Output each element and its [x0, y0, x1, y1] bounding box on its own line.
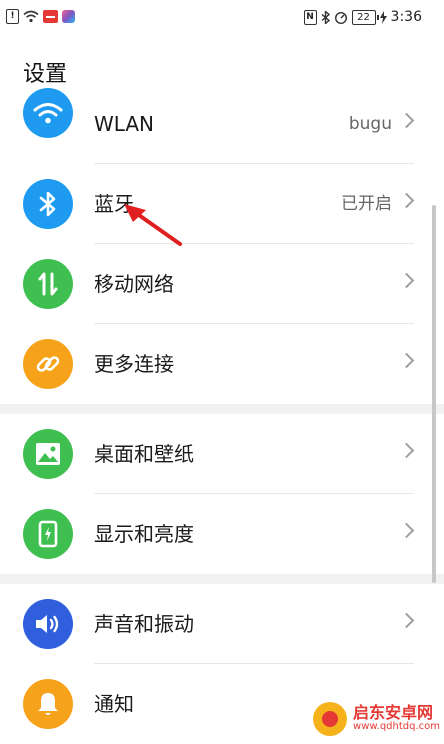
settings-item-label: 通知 [94, 692, 134, 716]
watermark-text: 启东安卓网 www.qdhtdq.com [353, 705, 440, 732]
status-left: ! [6, 9, 75, 24]
wifi-status-icon [23, 10, 39, 23]
watermark: 启东安卓网 www.qdhtdq.com [313, 702, 440, 736]
chevron-right-icon [398, 272, 415, 289]
bluetooth-status-icon [321, 10, 330, 24]
watermark-logo-icon [313, 702, 348, 736]
wallpaper-icon [23, 429, 73, 479]
sound-icon [23, 599, 73, 649]
annotation-arrow-icon [124, 204, 182, 246]
app-notification-icon [43, 10, 58, 23]
settings-item-value: bugu [348, 114, 392, 134]
settings-item-label: 更多连接 [94, 352, 174, 376]
settings-item-mobile-network[interactable]: 移动网络 [0, 244, 444, 324]
settings-item-label: 桌面和壁纸 [94, 442, 194, 466]
app-badge-icon [62, 10, 75, 23]
chevron-right-icon [398, 112, 415, 129]
nfc-icon: N [303, 9, 317, 25]
watermark-name: 启东安卓网 [353, 703, 434, 723]
charging-icon [379, 10, 387, 24]
settings-item-bluetooth[interactable]: 蓝牙 已开启 [0, 164, 444, 244]
settings-item-display[interactable]: 显示和亮度 [0, 494, 444, 574]
section-gap [0, 574, 444, 584]
clock: 3:36 [390, 9, 422, 25]
settings-item-label: 移动网络 [94, 272, 174, 296]
settings-item-label: 声音和振动 [94, 612, 194, 636]
chevron-right-icon [398, 352, 415, 369]
watermark-url: www.qdhtdq.com [353, 721, 440, 733]
chevron-right-icon [398, 442, 415, 459]
speed-icon [334, 11, 347, 24]
chevron-right-icon [398, 522, 415, 539]
settings-item-label: WLAN [94, 112, 155, 136]
battery-indicator: 22 [351, 9, 379, 25]
chevron-right-icon [398, 192, 415, 209]
settings-item-more-connections[interactable]: 更多连接 [0, 324, 444, 404]
status-right: N 22 3:36 [303, 9, 422, 25]
scrollbar[interactable] [432, 205, 436, 583]
settings-list: WLAN bugu 蓝牙 已开启 移动网络 更多连接 桌面和壁纸 显示和亮度 声… [0, 84, 444, 744]
display-icon [23, 509, 73, 559]
alert-icon: ! [6, 9, 19, 24]
settings-item-value: 已开启 [341, 194, 392, 214]
status-bar: ! N 22 3:36 [0, 0, 444, 34]
notification-icon [23, 679, 73, 729]
settings-item-label: 显示和亮度 [94, 522, 194, 546]
link-icon [23, 339, 73, 389]
section-gap [0, 404, 444, 414]
wifi-icon [23, 88, 73, 138]
settings-item-wallpaper[interactable]: 桌面和壁纸 [0, 414, 444, 494]
mobile-data-icon [23, 259, 73, 309]
chevron-right-icon [398, 612, 415, 629]
settings-item-wlan[interactable]: WLAN bugu [0, 84, 444, 164]
settings-item-sound[interactable]: 声音和振动 [0, 584, 444, 664]
bluetooth-icon [23, 179, 73, 229]
